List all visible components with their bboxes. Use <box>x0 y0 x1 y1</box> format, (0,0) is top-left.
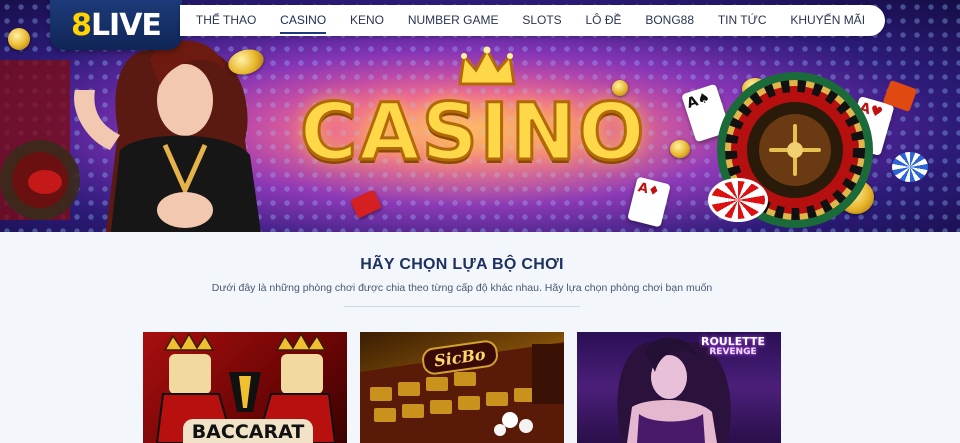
casino-chip-icon <box>28 170 62 194</box>
nav-item-keno[interactable]: KENO <box>350 5 384 36</box>
nav-item-khuyen-mai[interactable]: KHUYẾN MÃI <box>790 5 865 36</box>
gold-coin-icon <box>670 140 690 158</box>
gold-coin-icon <box>612 80 628 96</box>
hero-casino-title: CASINO <box>299 87 647 180</box>
nav-item-number-game[interactable]: NUMBER GAME <box>408 5 499 36</box>
section-divider <box>344 306 580 307</box>
nav-item-casino[interactable]: CASINO <box>280 5 327 36</box>
section-subtitle: Dưới đây là những phòng chơi được chia t… <box>211 282 713 294</box>
main-nav: THỂ THAO CASINO KENO NUMBER GAME SLOTS L… <box>180 5 885 36</box>
game-label-roulette-revenge: ROULETTE REVENGE <box>695 336 771 358</box>
casino-chip-icon <box>708 178 768 222</box>
game-card-baccarat[interactable]: BACCARAT <box>143 332 347 443</box>
nav-item-lo-de[interactable]: LÔ ĐỀ <box>586 5 622 36</box>
nav-item-slots[interactable]: SLOTS <box>522 5 561 36</box>
site-logo[interactable]: 8 LIVE <box>50 0 182 50</box>
crown-icon <box>458 46 516 86</box>
gold-coin-icon <box>8 28 30 50</box>
game-label-line2: REVENGE <box>709 347 757 357</box>
game-card-roulette-revenge[interactable]: ROULETTE REVENGE <box>577 332 781 443</box>
logo-number: 8 <box>71 7 92 43</box>
nav-item-bong88[interactable]: BONG88 <box>645 5 694 36</box>
logo-text: LIVE <box>90 7 162 43</box>
game-label-line1: ROULETTE <box>700 335 766 348</box>
section-title: HÃY CHỌN LỰA BỘ CHƠI <box>360 256 564 273</box>
game-label-baccarat: BACCARAT <box>183 419 313 443</box>
nav-item-tin-tuc[interactable]: TIN TỨC <box>718 5 767 36</box>
nav-item-the-thao[interactable]: THỂ THAO <box>196 5 256 36</box>
game-card-sicbo[interactable]: SicBo <box>360 332 564 443</box>
casino-chip-icon <box>892 152 928 182</box>
